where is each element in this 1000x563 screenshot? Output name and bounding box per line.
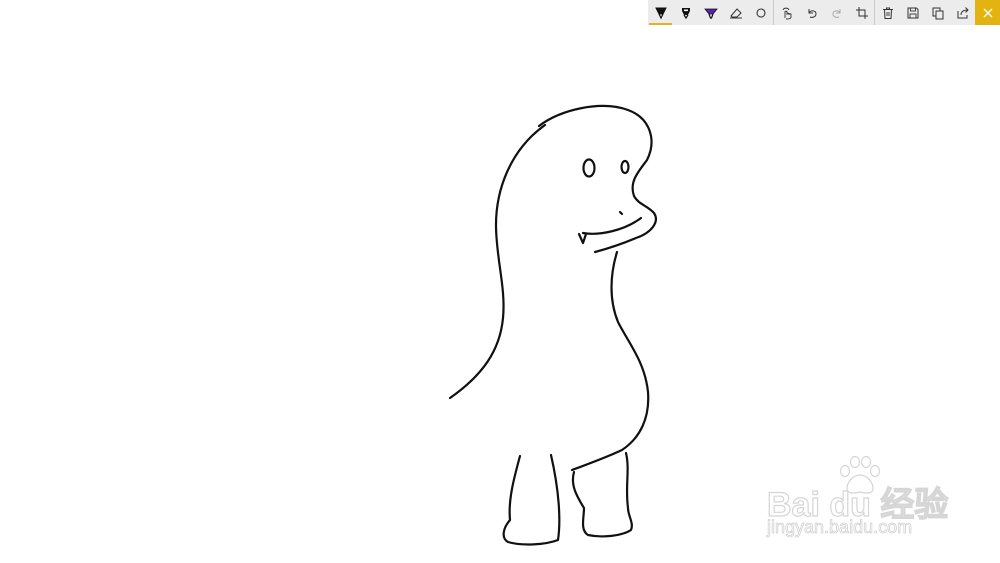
left-eye [582, 158, 596, 178]
close-button[interactable] [975, 0, 1000, 25]
nostril-stroke [618, 210, 624, 216]
left-leg-stroke [502, 453, 561, 546]
redo-icon [831, 8, 840, 18]
pencil-button[interactable] [673, 0, 698, 25]
copy-icon [932, 7, 943, 19]
eraser-button[interactable] [723, 0, 748, 25]
mouth-stroke [581, 216, 643, 235]
redo-button[interactable] [824, 0, 849, 25]
ink-toolbar [648, 0, 1000, 25]
save-button[interactable] [900, 0, 925, 25]
highlighter-button[interactable] [698, 0, 723, 25]
highlighter-icon [703, 8, 718, 19]
copy-button[interactable] [925, 0, 950, 25]
undo-button[interactable] [799, 0, 824, 25]
clear-ink-button[interactable] [875, 0, 900, 25]
right-eye [620, 159, 630, 175]
eraser-icon [729, 7, 742, 18]
ruler-protractor-icon [755, 7, 766, 18]
save-icon [907, 7, 918, 18]
share-button[interactable] [950, 0, 975, 25]
fang-stroke [577, 232, 588, 245]
close-icon [983, 8, 992, 17]
pencil-icon [681, 7, 690, 19]
touch-writing-button[interactable] [774, 0, 799, 25]
watermark-url-text: jingyan.baidu.com [767, 517, 913, 538]
ballpoint-pen-icon [654, 7, 667, 19]
neck-front-stroke [570, 250, 650, 472]
touch-writing-icon [782, 7, 791, 19]
neck-back-stroke [448, 123, 547, 400]
crop-button[interactable] [849, 0, 874, 25]
baidu-jingyan-watermark: Bai du 经验 jingyan.baidu.com [765, 455, 955, 545]
ruler-button[interactable] [748, 0, 773, 25]
head-back-stroke [537, 104, 657, 254]
share-icon [957, 6, 969, 18]
crop-icon [855, 6, 868, 19]
trash-icon [882, 7, 893, 19]
undo-icon [808, 8, 817, 18]
ballpoint-pen-button[interactable] [648, 0, 673, 25]
